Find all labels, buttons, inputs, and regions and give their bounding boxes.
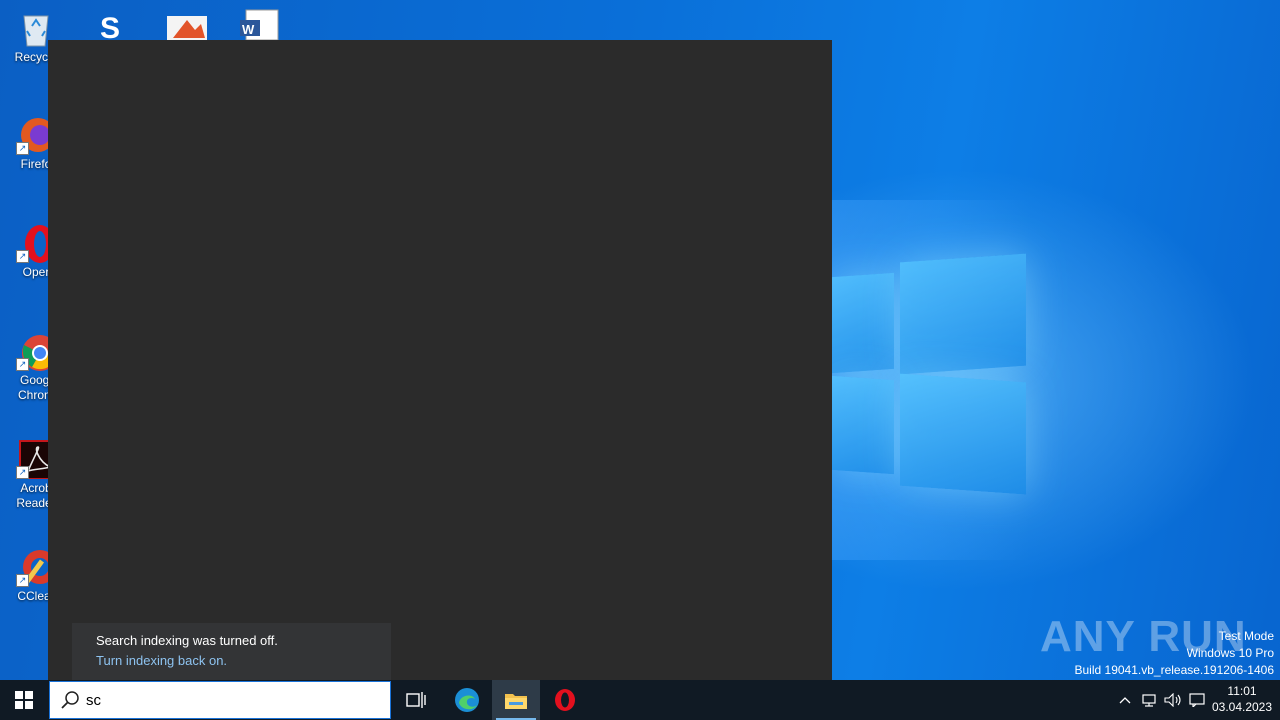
speaker-icon xyxy=(1164,693,1181,707)
watermark-line: Build 19041.vb_release.191206-1406 xyxy=(1074,663,1275,677)
search-input[interactable] xyxy=(86,689,376,711)
shortcut-arrow-icon: ↗ xyxy=(16,466,29,479)
windows-start-icon xyxy=(15,691,33,709)
action-center-tray-button[interactable] xyxy=(1186,680,1208,720)
svg-text:S: S xyxy=(100,12,120,40)
indexing-notice: Search indexing was turned off. Turn ind… xyxy=(72,623,391,680)
clock-date: 03.04.2023 xyxy=(1211,700,1273,714)
task-view-button[interactable] xyxy=(392,680,440,720)
shortcut-arrow-icon: ↗ xyxy=(16,358,29,371)
task-view-icon xyxy=(406,692,426,708)
volume-tray-button[interactable] xyxy=(1162,680,1184,720)
document-icon[interactable] xyxy=(165,8,209,40)
show-hidden-icons-button[interactable] xyxy=(1114,680,1136,720)
svg-text:W: W xyxy=(242,22,255,37)
word-document-icon[interactable]: W xyxy=(238,8,282,41)
watermark-line: Test Mode xyxy=(1218,629,1274,643)
edge-taskbar-button[interactable] xyxy=(443,680,491,720)
clock-time: 11:01 xyxy=(1227,684,1257,698)
notification-icon xyxy=(1189,693,1205,707)
file-explorer-taskbar-button[interactable] xyxy=(492,680,540,720)
taskbar-clock[interactable]: 11:01 03.04.2023 xyxy=(1210,683,1274,715)
edge-icon xyxy=(455,688,479,712)
test-mode-watermark: Test Mode Windows 10 Pro Build 19041.vb_… xyxy=(1075,628,1275,679)
taskbar: 11:01 03.04.2023 xyxy=(0,680,1280,720)
skype-icon[interactable]: S xyxy=(90,8,134,45)
search-results-panel: Search indexing was turned off. Turn ind… xyxy=(48,40,832,680)
network-tray-button[interactable] xyxy=(1138,680,1160,720)
windows-logo-pane xyxy=(900,253,1026,375)
shortcut-arrow-icon: ↗ xyxy=(16,142,29,155)
windows-logo-pane xyxy=(832,272,894,374)
watermark-line: Windows 10 Pro xyxy=(1186,646,1274,660)
indexing-notice-title: Search indexing was turned off. xyxy=(96,633,278,648)
windows-logo-pane xyxy=(832,375,894,475)
start-button[interactable] xyxy=(0,680,48,720)
chevron-up-icon xyxy=(1119,697,1131,704)
search-icon xyxy=(61,691,79,709)
network-icon xyxy=(1142,694,1156,707)
turn-indexing-on-link[interactable]: Turn indexing back on. xyxy=(96,653,227,668)
shortcut-arrow-icon: ↗ xyxy=(16,250,29,263)
shortcut-arrow-icon: ↗ xyxy=(16,574,29,587)
taskbar-search-box[interactable] xyxy=(49,681,391,719)
opera-taskbar-button[interactable] xyxy=(541,680,589,720)
folder-icon xyxy=(505,694,527,709)
windows-logo-pane xyxy=(900,373,1026,495)
opera-icon xyxy=(555,689,575,711)
